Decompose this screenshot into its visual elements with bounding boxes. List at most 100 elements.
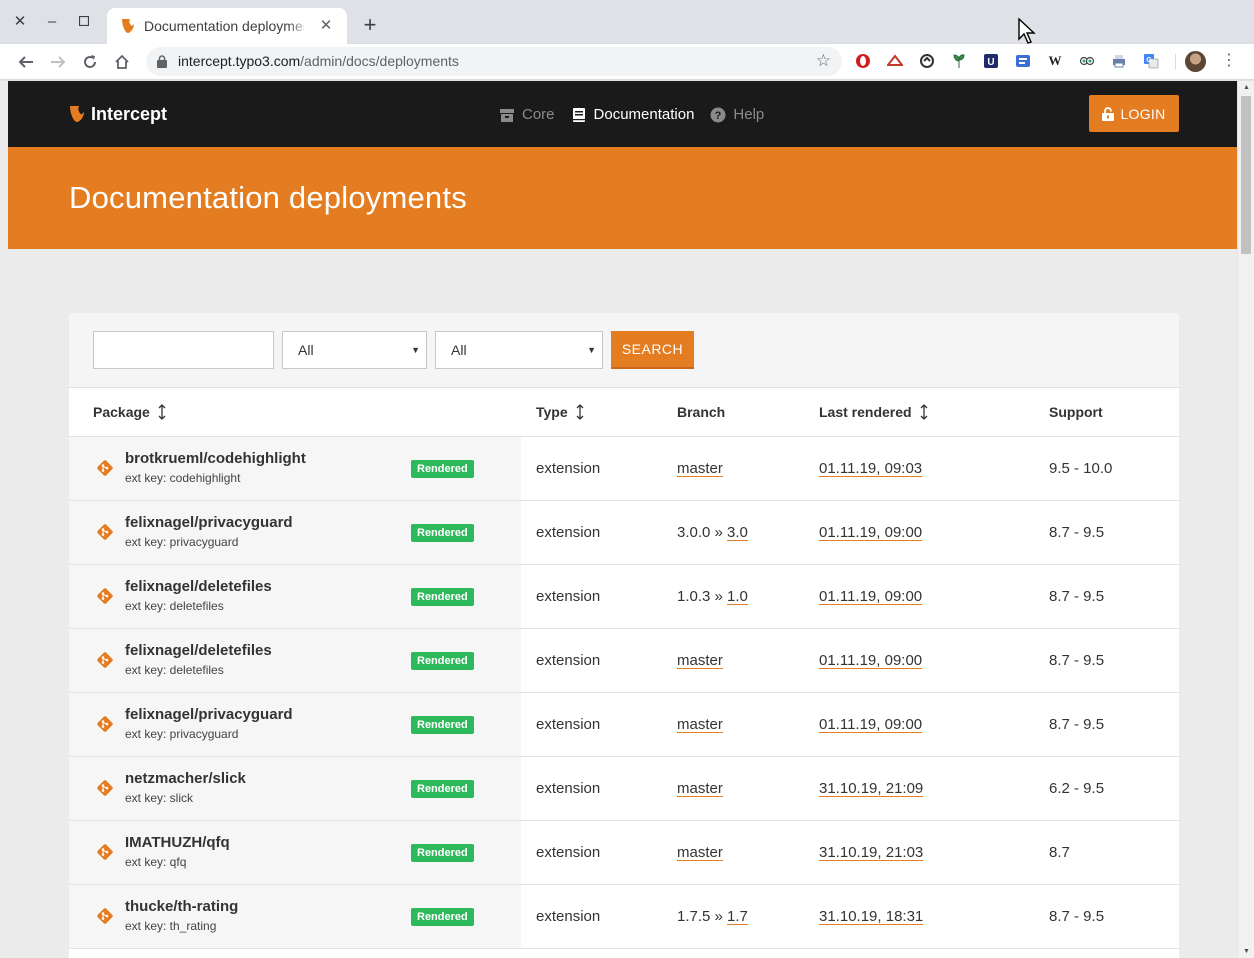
package-name[interactable]: felixnagel/privacyguard [125, 706, 293, 724]
branch-version: 1.0.3 » [677, 588, 728, 605]
branch-link[interactable]: master [677, 780, 723, 797]
sort-icon [920, 404, 928, 420]
page-viewport: Intercept Core Documentation ? Help LOGI… [0, 81, 1254, 958]
branch-link[interactable]: master [677, 844, 723, 861]
red-extension-icon[interactable] [886, 52, 904, 70]
package-name[interactable]: felixnagel/privacyguard [125, 514, 293, 532]
status-select[interactable]: All ▼ [435, 331, 603, 369]
status-badge: Rendered [411, 588, 474, 606]
scroll-down-icon[interactable]: ▼ [1238, 948, 1254, 955]
ext-key: ext key: deletefiles [125, 663, 224, 677]
package-name[interactable]: felixnagel/deletefiles [125, 642, 272, 660]
nav-item-core[interactable]: Core [499, 105, 555, 125]
nav-item-label: Core [522, 106, 555, 123]
column-header-last-rendered[interactable]: Last rendered [819, 403, 928, 421]
ext-key: ext key: deletefiles [125, 599, 224, 613]
card-extension-icon[interactable] [1014, 52, 1032, 70]
sync-extension-icon[interactable] [918, 52, 936, 70]
shield-extension-icon[interactable]: U [982, 52, 1000, 70]
scrollbar-thumb[interactable] [1241, 96, 1251, 254]
box-icon [500, 109, 514, 122]
branch-link[interactable]: 1.7 [727, 908, 748, 925]
brand-name: Intercept [91, 104, 168, 124]
mouse-cursor-icon [1018, 17, 1036, 44]
package-name[interactable]: brotkrueml/codehighlight [125, 450, 306, 468]
browser-tab[interactable]: Documentation deployments ✕ [107, 8, 347, 44]
package-name[interactable]: thucke/th-rating [125, 898, 238, 916]
type-select[interactable]: All ▼ [282, 331, 427, 369]
nav-item-label: Help [733, 106, 765, 123]
branch-cell: master [677, 652, 723, 670]
bookmark-star-icon[interactable]: ☆ [816, 51, 831, 71]
support-range: 6.2 - 9.5 [1049, 780, 1105, 797]
status-badge: Rendered [411, 524, 474, 542]
new-tab-icon[interactable]: + [358, 13, 382, 37]
branch-version: 3.0.0 » [677, 524, 728, 541]
support-range: 8.7 - 9.5 [1049, 652, 1105, 669]
git-icon [97, 908, 113, 924]
forward-icon[interactable] [46, 50, 70, 74]
tab-close-icon[interactable]: ✕ [316, 16, 336, 36]
table-row: netzmacher/slick ext key: slick Rendered ex… [69, 757, 1179, 821]
last-rendered-link[interactable]: 01.11.19, 09:00 [819, 716, 922, 734]
table-row: thucke/th-rating ext key: th_rating Render… [69, 885, 1179, 949]
status-badge: Rendered [411, 716, 474, 734]
page-scrollbar[interactable]: ▲ ▼ [1237, 81, 1254, 958]
address-bar[interactable]: intercept.typo3.com/admin/docs/deploymen… [146, 47, 842, 76]
reload-icon[interactable] [78, 50, 102, 74]
package-name[interactable]: IMATHUZH/qfq [125, 834, 230, 852]
svg-text:G: G [1146, 57, 1152, 64]
last-rendered-link[interactable]: 01.11.19, 09:00 [819, 652, 922, 670]
brand-logo-link[interactable]: Intercept [69, 103, 167, 125]
back-icon[interactable] [14, 50, 38, 74]
scroll-up-icon[interactable]: ▲ [1238, 84, 1254, 91]
column-header-package[interactable]: Package [93, 403, 166, 421]
window-close-icon[interactable]: ✕ [10, 10, 30, 34]
branch-cell: 3.0.0 » 3.0 [677, 524, 748, 542]
package-type: extension [536, 524, 601, 541]
table-row: felixnagel/deletefiles ext key: deletefil… [69, 629, 1179, 693]
package-type: extension [536, 780, 601, 797]
wikipedia-extension-icon[interactable]: W [1046, 52, 1064, 70]
nav-item-help[interactable]: ? Help [710, 105, 764, 125]
package-name[interactable]: felixnagel/deletefiles [125, 578, 272, 596]
plant-extension-icon[interactable] [950, 52, 968, 70]
home-icon[interactable] [110, 50, 134, 74]
login-button[interactable]: LOGIN [1089, 95, 1179, 132]
last-rendered-link[interactable]: 31.10.19, 21:09 [819, 780, 923, 798]
window-maximize-icon[interactable] [74, 10, 94, 34]
last-rendered-link[interactable]: 01.11.19, 09:00 [819, 524, 922, 542]
branch-link[interactable]: master [677, 652, 723, 669]
last-rendered-link[interactable]: 31.10.19, 21:03 [819, 844, 923, 862]
printer-extension-icon[interactable] [1110, 52, 1128, 70]
last-rendered-link[interactable]: 31.10.19, 18:31 [819, 908, 923, 926]
last-rendered-link[interactable]: 01.11.19, 09:00 [819, 588, 922, 606]
column-header-type[interactable]: Type [536, 403, 584, 421]
chevron-down-icon: ▼ [411, 345, 420, 355]
git-icon [97, 524, 113, 540]
branch-link[interactable]: master [677, 716, 723, 733]
last-rendered-link[interactable]: 01.11.19, 09:03 [819, 460, 922, 478]
branch-cell: 1.7.5 » 1.7 [677, 908, 748, 926]
hero-banner: Documentation deployments [8, 147, 1239, 249]
search-button[interactable]: SEARCH [611, 331, 694, 369]
profile-avatar[interactable] [1185, 51, 1206, 72]
typo3-favicon-icon [122, 19, 134, 33]
branch-cell: 1.0.3 » 1.0 [677, 588, 748, 606]
branch-link[interactable]: 1.0 [727, 588, 748, 605]
table-row: felixnagel/privacyguard ext key: privacyg… [69, 693, 1179, 757]
browser-menu-icon[interactable]: ⋮ [1220, 51, 1238, 71]
opera-extension-icon[interactable] [854, 52, 872, 70]
lock-icon [157, 55, 167, 68]
package-name[interactable]: netzmacher/slick [125, 770, 246, 788]
package-type: extension [536, 588, 601, 605]
branch-link[interactable]: 3.0 [727, 524, 748, 541]
translate-extension-icon[interactable]: G [1142, 52, 1160, 70]
branch-link[interactable]: master [677, 460, 723, 477]
owl-extension-icon[interactable] [1078, 52, 1096, 70]
ext-key: ext key: qfq [125, 855, 187, 869]
support-range: 8.7 - 9.5 [1049, 908, 1105, 925]
window-minimize-icon[interactable]: – [42, 10, 62, 34]
search-input[interactable] [93, 331, 274, 369]
nav-item-documentation[interactable]: Documentation [571, 105, 694, 125]
